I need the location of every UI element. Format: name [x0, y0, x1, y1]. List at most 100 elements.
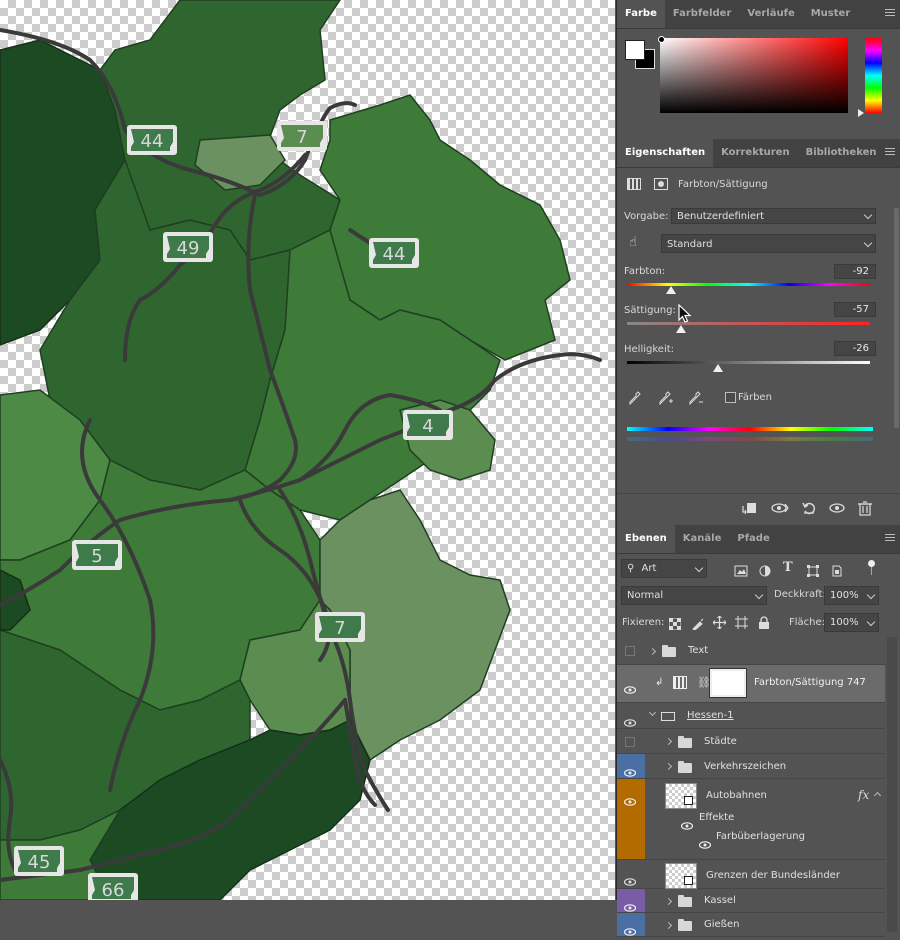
visibility-toggle-empty[interactable]	[625, 737, 635, 747]
link-icon[interactable]: ⛓	[697, 676, 711, 689]
eye-icon[interactable]	[680, 815, 694, 830]
hue-slider-track[interactable]	[627, 283, 870, 286]
tab-korrekturen[interactable]: Korrekturen	[713, 139, 797, 167]
eye-icon[interactable]	[623, 791, 637, 806]
preset-select[interactable]: Benutzerdefiniert	[671, 208, 876, 224]
right-panel-dock: Farbe Farbfelder Verläufe Muster Eigensc…	[616, 0, 900, 937]
mask-icon[interactable]	[654, 178, 668, 190]
document-canvas[interactable]: 44 7 49 44 4 5 7 45 66	[0, 0, 615, 900]
hue-value-input[interactable]: -92	[834, 264, 876, 279]
eyedropper-icon[interactable]	[629, 390, 641, 406]
eyedropper-minus-icon[interactable]	[689, 390, 703, 406]
reset-icon[interactable]	[801, 500, 817, 516]
tab-ebenen[interactable]: Ebenen	[617, 525, 675, 553]
clip-to-layer-icon[interactable]	[741, 500, 757, 516]
channel-select[interactable]: Standard	[661, 234, 876, 253]
chevron-right-icon[interactable]	[664, 737, 673, 746]
chevron-right-icon[interactable]	[664, 921, 673, 930]
opacity-input[interactable]: 100%	[824, 586, 879, 605]
saturation-value-input[interactable]: -57	[834, 302, 876, 317]
panel-menu-icon[interactable]	[885, 148, 895, 157]
chevron-right-icon[interactable]	[664, 897, 673, 906]
blend-mode-select[interactable]: Normal	[621, 586, 767, 605]
lightness-slider-track[interactable]	[627, 361, 870, 364]
lock-image-pixels-icon[interactable]	[692, 615, 708, 631]
fx-icon[interactable]: fx	[858, 788, 869, 802]
filter-adjustment-layers-icon[interactable]	[759, 562, 775, 578]
opacity-label: Deckkraft:	[774, 589, 826, 600]
adjustment-title: Farbton/Sättigung	[678, 179, 768, 190]
chevron-right-icon[interactable]	[664, 762, 673, 771]
road-sign-label: 7	[334, 618, 345, 639]
tab-muster[interactable]: Muster	[803, 0, 859, 28]
saturation-slider-track[interactable]	[627, 322, 870, 325]
eye-icon[interactable]	[623, 762, 637, 777]
eye-icon[interactable]	[623, 871, 637, 886]
color-picker-handle[interactable]	[658, 36, 665, 43]
filter-smart-objects-icon[interactable]	[831, 562, 847, 578]
tab-pfade[interactable]: Pfade	[729, 525, 777, 553]
lightness-slider-handle[interactable]	[713, 364, 723, 372]
hue-strip-marker[interactable]	[858, 109, 864, 117]
panel-menu-icon[interactable]	[885, 534, 895, 543]
layer-row-staedte[interactable]: Städte	[617, 729, 885, 754]
lightness-value-input[interactable]: -26	[834, 341, 876, 356]
layer-row-grenzen[interactable]: Grenzen der Bundesländer	[617, 859, 885, 889]
panel-menu-icon[interactable]	[885, 9, 895, 18]
lock-artboard-icon[interactable]	[735, 614, 751, 630]
lock-all-icon[interactable]	[758, 614, 774, 630]
hue-label: Farbton:	[624, 266, 666, 277]
filter-pixel-layers-icon[interactable]	[734, 562, 750, 578]
eye-icon[interactable]	[623, 921, 637, 936]
layer-mask-thumbnail[interactable]	[709, 668, 747, 698]
visibility-eye-icon[interactable]	[829, 500, 845, 516]
collapse-effects-icon[interactable]	[873, 791, 882, 800]
road-sign-label: 5	[91, 546, 102, 567]
tab-bibliotheken[interactable]: Bibliotheken	[798, 139, 885, 167]
eyedropper-plus-icon[interactable]	[659, 390, 673, 406]
layer-name: Städte	[704, 736, 737, 747]
layer-row-adjustment[interactable]: ↲ ⛓ Farbton/Sättigung 747	[617, 665, 885, 703]
targeted-adjustment-hand-icon[interactable]: ☝	[629, 236, 643, 250]
layers-scrollbar[interactable]	[887, 637, 897, 932]
filter-text-layers-icon[interactable]: T	[783, 560, 793, 575]
hue-strip[interactable]	[865, 38, 882, 113]
layer-row-text[interactable]: Text	[617, 637, 885, 665]
tab-farbe[interactable]: Farbe	[617, 0, 665, 28]
lock-transparent-pixels-icon[interactable]	[668, 615, 685, 631]
chevron-right-icon[interactable]	[648, 647, 657, 656]
tab-verlaeufe[interactable]: Verläufe	[739, 0, 802, 28]
eye-icon[interactable]	[698, 834, 712, 849]
filter-shape-layers-icon[interactable]	[807, 562, 823, 578]
eye-icon[interactable]	[623, 712, 637, 727]
tab-farbfelder[interactable]: Farbfelder	[665, 0, 740, 28]
tab-kanaele[interactable]: Kanäle	[675, 525, 730, 553]
hue-slider-handle[interactable]	[666, 286, 676, 294]
road-sign-label: 44	[383, 244, 406, 265]
layer-row-group-hessen[interactable]: Hessen-1	[617, 703, 885, 729]
color-picker-field[interactable]	[660, 38, 848, 113]
fill-input[interactable]: 100%	[824, 613, 879, 632]
view-previous-state-icon[interactable]	[771, 500, 789, 516]
layer-row-giessen[interactable]: Gießen	[617, 913, 885, 937]
road-sign-a45: 45	[14, 846, 64, 876]
trash-icon[interactable]	[857, 500, 873, 516]
layer-row-autobahnen[interactable]: Autobahnen fx Effekte Farbüberlagerung	[617, 779, 885, 859]
properties-scrollbar[interactable]	[894, 208, 899, 428]
road-sign-a7-north: 7	[277, 121, 327, 151]
eye-icon[interactable]	[623, 679, 637, 694]
layer-name: Gießen	[704, 919, 740, 930]
layer-row-kassel[interactable]: Kassel	[617, 889, 885, 913]
layer-row-verkehrszeichen[interactable]: Verkehrszeichen	[617, 754, 885, 779]
filter-toggle-switch[interactable]	[868, 560, 875, 576]
eye-icon[interactable]	[623, 897, 637, 912]
layer-filter-select[interactable]: ⚲ Art	[621, 559, 707, 578]
foreground-color-swatch[interactable]	[625, 40, 645, 60]
saturation-slider-handle[interactable]	[676, 325, 686, 333]
tab-eigenschaften[interactable]: Eigenschaften	[617, 139, 714, 167]
colorize-checkbox[interactable]	[725, 392, 736, 403]
chevron-down-icon	[694, 563, 704, 573]
visibility-toggle-empty[interactable]	[625, 646, 635, 656]
lock-position-icon[interactable]	[712, 614, 729, 630]
chevron-down-icon[interactable]	[648, 708, 657, 717]
